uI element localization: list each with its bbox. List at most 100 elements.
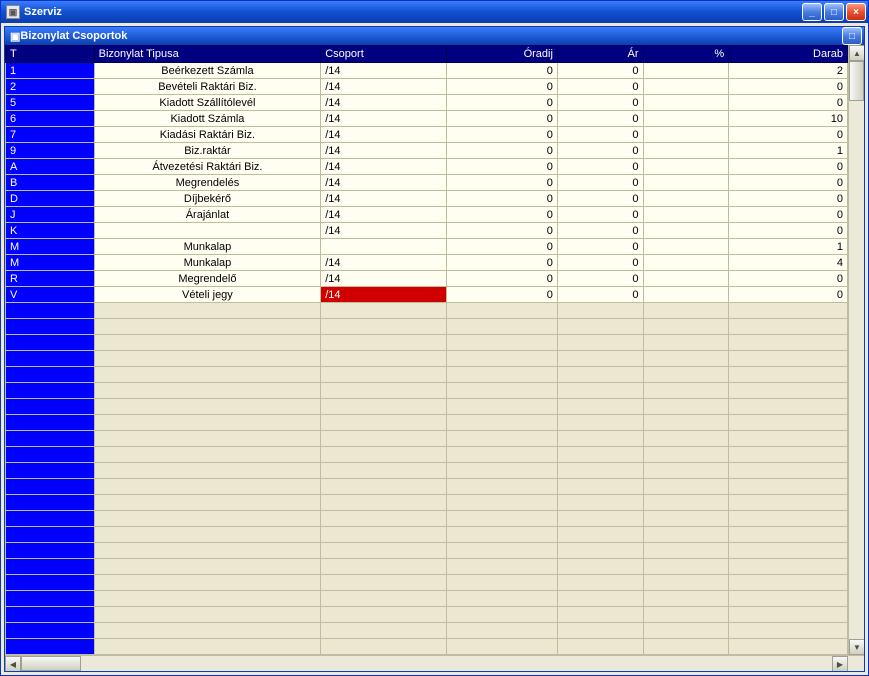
col-header-ar[interactable]: Ár — [557, 46, 643, 63]
cell-tipus[interactable]: Átvezetési Raktári Biz. — [94, 159, 321, 175]
cell-empty[interactable] — [321, 303, 447, 319]
cell-oradij[interactable]: 0 — [447, 159, 558, 175]
cell-szazalek[interactable] — [643, 287, 729, 303]
data-grid[interactable]: T Bizonylat Tipusa Csoport Óradij Ár % D… — [5, 45, 848, 655]
cell-empty[interactable] — [94, 447, 321, 463]
cell-empty[interactable] — [643, 591, 729, 607]
table-row-empty[interactable] — [6, 575, 848, 591]
cell-szazalek[interactable] — [643, 207, 729, 223]
cell-t[interactable]: B — [6, 175, 95, 191]
cell-empty[interactable] — [447, 639, 558, 655]
cell-empty[interactable] — [643, 319, 729, 335]
cell-ar[interactable]: 0 — [557, 287, 643, 303]
cell-empty[interactable] — [447, 335, 558, 351]
cell-empty[interactable] — [321, 431, 447, 447]
cell-empty[interactable] — [6, 335, 95, 351]
cell-empty[interactable] — [321, 351, 447, 367]
vertical-scrollbar[interactable]: ▲ ▼ — [848, 45, 864, 655]
cell-empty[interactable] — [729, 447, 848, 463]
cell-empty[interactable] — [729, 639, 848, 655]
cell-empty[interactable] — [643, 335, 729, 351]
cell-oradij[interactable]: 0 — [447, 223, 558, 239]
table-row-empty[interactable] — [6, 447, 848, 463]
cell-empty[interactable] — [643, 623, 729, 639]
cell-empty[interactable] — [321, 463, 447, 479]
cell-csoport[interactable]: /14 — [321, 175, 447, 191]
cell-empty[interactable] — [94, 591, 321, 607]
cell-empty[interactable] — [557, 639, 643, 655]
cell-darab[interactable]: 0 — [729, 175, 848, 191]
cell-empty[interactable] — [6, 559, 95, 575]
cell-tipus[interactable]: Kiadási Raktári Biz. — [94, 127, 321, 143]
cell-empty[interactable] — [94, 527, 321, 543]
cell-empty[interactable] — [729, 575, 848, 591]
cell-t[interactable]: R — [6, 271, 95, 287]
cell-tipus[interactable]: Árajánlat — [94, 207, 321, 223]
cell-empty[interactable] — [447, 479, 558, 495]
table-row-empty[interactable] — [6, 415, 848, 431]
cell-ar[interactable]: 0 — [557, 223, 643, 239]
cell-empty[interactable] — [6, 607, 95, 623]
cell-empty[interactable] — [321, 367, 447, 383]
table-row-empty[interactable] — [6, 639, 848, 655]
table-row-empty[interactable] — [6, 591, 848, 607]
cell-empty[interactable] — [321, 527, 447, 543]
inner-titlebar[interactable]: ▣ Bizonylat Csoportok _ □ × — [5, 27, 864, 45]
cell-oradij[interactable]: 0 — [447, 175, 558, 191]
cell-empty[interactable] — [729, 495, 848, 511]
cell-ar[interactable]: 0 — [557, 191, 643, 207]
cell-empty[interactable] — [643, 527, 729, 543]
cell-csoport[interactable]: /14 — [321, 63, 447, 79]
cell-darab[interactable]: 0 — [729, 207, 848, 223]
cell-empty[interactable] — [447, 623, 558, 639]
cell-empty[interactable] — [557, 511, 643, 527]
col-header-tipus[interactable]: Bizonylat Tipusa — [94, 46, 321, 63]
table-row[interactable]: BMegrendelés/14000 — [6, 175, 848, 191]
cell-oradij[interactable]: 0 — [447, 287, 558, 303]
col-header-oradij[interactable]: Óradij — [447, 46, 558, 63]
cell-csoport[interactable]: /14 — [321, 207, 447, 223]
cell-empty[interactable] — [6, 543, 95, 559]
cell-empty[interactable] — [557, 399, 643, 415]
table-row-empty[interactable] — [6, 367, 848, 383]
cell-empty[interactable] — [6, 383, 95, 399]
cell-empty[interactable] — [643, 431, 729, 447]
table-row-empty[interactable] — [6, 383, 848, 399]
cell-csoport[interactable]: /14 — [321, 111, 447, 127]
cell-empty[interactable] — [6, 447, 95, 463]
table-row-empty[interactable] — [6, 399, 848, 415]
cell-empty[interactable] — [643, 463, 729, 479]
cell-empty[interactable] — [729, 303, 848, 319]
cell-empty[interactable] — [447, 543, 558, 559]
table-row-empty[interactable] — [6, 527, 848, 543]
table-row-empty[interactable] — [6, 543, 848, 559]
cell-ar[interactable]: 0 — [557, 111, 643, 127]
table-row[interactable]: 6Kiadott Számla/140010 — [6, 111, 848, 127]
cell-csoport[interactable]: /14 — [321, 255, 447, 271]
cell-empty[interactable] — [6, 351, 95, 367]
cell-t[interactable]: K — [6, 223, 95, 239]
cell-ar[interactable]: 0 — [557, 79, 643, 95]
horizontal-scrollbar[interactable]: ◀ ▶ — [5, 655, 864, 671]
vscroll-track[interactable] — [849, 61, 864, 639]
cell-csoport[interactable]: /14 — [321, 223, 447, 239]
cell-empty[interactable] — [557, 559, 643, 575]
cell-empty[interactable] — [447, 431, 558, 447]
table-row[interactable]: DDíjbekérő/14000 — [6, 191, 848, 207]
cell-empty[interactable] — [643, 495, 729, 511]
cell-tipus[interactable]: Vételi jegy — [94, 287, 321, 303]
cell-darab[interactable]: 0 — [729, 127, 848, 143]
cell-empty[interactable] — [557, 431, 643, 447]
cell-oradij[interactable]: 0 — [447, 207, 558, 223]
cell-empty[interactable] — [643, 367, 729, 383]
cell-darab[interactable]: 0 — [729, 191, 848, 207]
cell-darab[interactable]: 2 — [729, 63, 848, 79]
cell-empty[interactable] — [321, 639, 447, 655]
cell-empty[interactable] — [321, 591, 447, 607]
cell-empty[interactable] — [94, 431, 321, 447]
table-row-empty[interactable] — [6, 319, 848, 335]
cell-empty[interactable] — [94, 607, 321, 623]
cell-empty[interactable] — [643, 639, 729, 655]
cell-empty[interactable] — [321, 415, 447, 431]
hscroll-thumb[interactable] — [21, 656, 81, 671]
